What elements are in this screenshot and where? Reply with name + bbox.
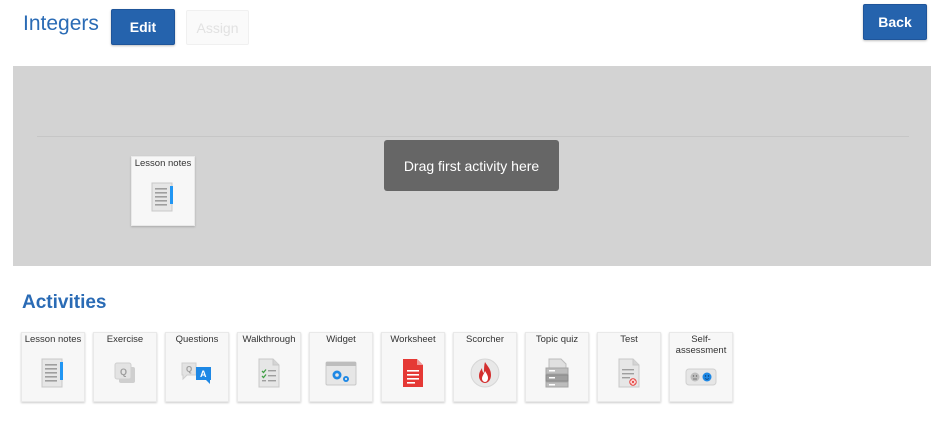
- questions-icon: Q A: [179, 355, 215, 391]
- activity-card-scorcher[interactable]: Scorcher: [453, 332, 517, 402]
- lesson-notes-icon: [35, 355, 71, 391]
- activity-card-worksheet[interactable]: Worksheet: [381, 332, 445, 402]
- activity-card-topic-quiz[interactable]: Topic quiz: [525, 332, 589, 402]
- activity-label: Worksheet: [390, 334, 436, 345]
- svg-text:Q: Q: [120, 367, 127, 377]
- lesson-notes-icon: [145, 179, 181, 215]
- page-title: Integers: [23, 12, 99, 35]
- activity-label: Scorcher: [465, 334, 504, 345]
- walkthrough-icon: [251, 355, 287, 391]
- activity-label: Self-assessment: [675, 334, 727, 356]
- activity-card-widget[interactable]: Widget: [309, 332, 373, 402]
- activity-label: Lesson notes: [24, 334, 82, 345]
- activity-label: Questions: [175, 334, 219, 345]
- activity-card-test[interactable]: Test: [597, 332, 661, 402]
- back-button[interactable]: Back: [863, 4, 927, 40]
- activity-label: Lesson notes: [134, 158, 192, 169]
- self-assessment-icon: [683, 359, 719, 395]
- activity-card-lesson-notes[interactable]: Lesson notes: [21, 332, 85, 402]
- edit-button[interactable]: Edit: [111, 9, 175, 45]
- worksheet-icon: [395, 355, 431, 391]
- drop-hint: Drag first activity here: [384, 140, 559, 191]
- placed-activity-card[interactable]: Lesson notes: [131, 156, 195, 226]
- timeline-divider: [37, 136, 909, 137]
- activity-drop-zone[interactable]: Drag first activity here Lesson notes: [13, 66, 931, 266]
- activity-label: Test: [620, 334, 638, 345]
- exercise-icon: Q: [107, 355, 143, 391]
- activity-label: Exercise: [106, 334, 144, 345]
- assign-button[interactable]: Assign: [186, 10, 249, 45]
- test-icon: [611, 355, 647, 391]
- activity-card-self-assessment[interactable]: Self-assessment: [669, 332, 733, 402]
- activity-card-exercise[interactable]: Exercise Q: [93, 332, 157, 402]
- svg-text:Q: Q: [186, 365, 192, 374]
- svg-text:A: A: [200, 369, 207, 379]
- widget-icon: [323, 355, 359, 391]
- activities-heading: Activities: [22, 292, 107, 313]
- activity-label: Widget: [326, 334, 356, 345]
- topic-quiz-icon: [539, 355, 575, 391]
- scorcher-icon: [467, 355, 503, 391]
- activity-card-walkthrough[interactable]: Walkthrough: [237, 332, 301, 402]
- activity-card-questions[interactable]: Questions Q A: [165, 332, 229, 402]
- activity-label: Topic quiz: [535, 334, 579, 345]
- activity-label: Walkthrough: [242, 334, 296, 345]
